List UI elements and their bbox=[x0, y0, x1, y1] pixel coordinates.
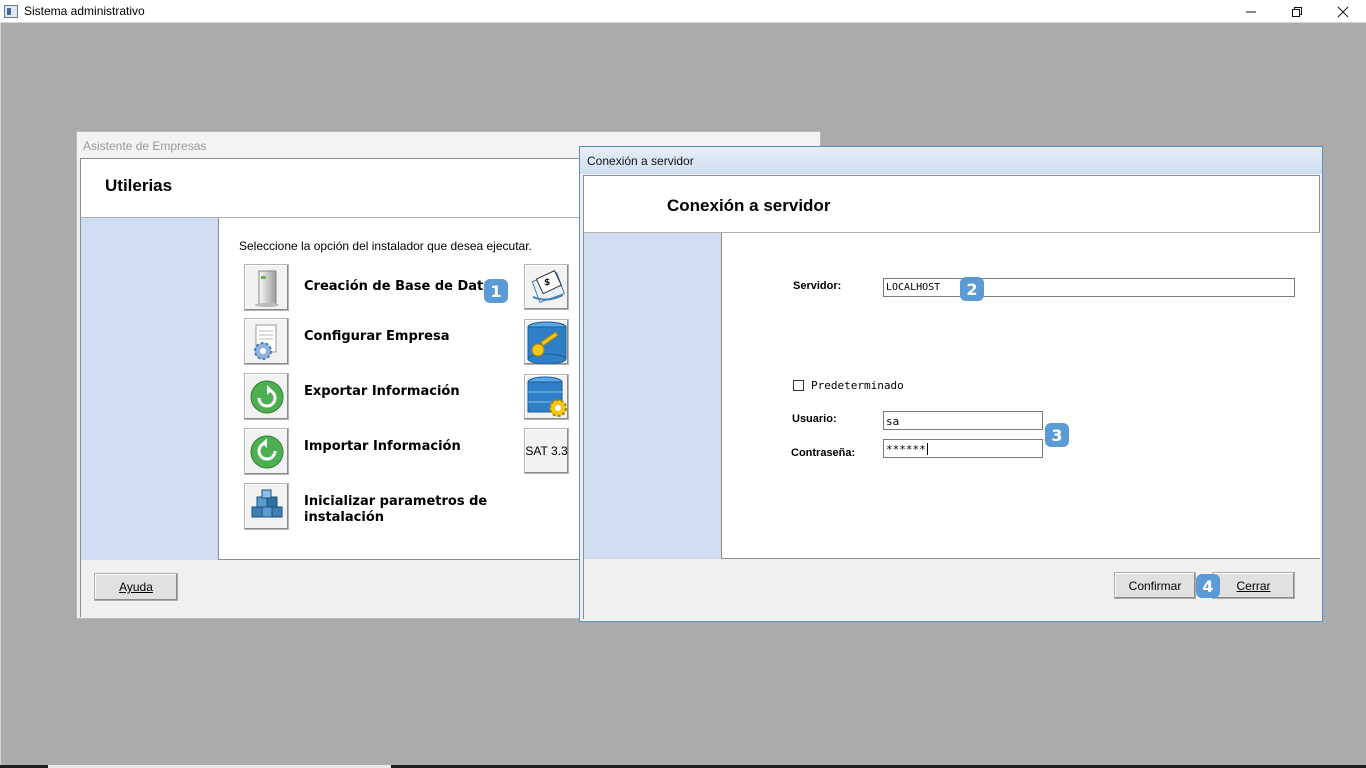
init-params-label[interactable]: Inicializar parametros de instalación bbox=[304, 494, 504, 526]
window-controls bbox=[1228, 0, 1366, 23]
restore-icon bbox=[1292, 6, 1302, 17]
document-gear-icon bbox=[253, 324, 276, 360]
database-key-button[interactable] bbox=[524, 319, 569, 365]
server-icon bbox=[254, 270, 279, 307]
assistant-heading: Utilerias bbox=[105, 176, 173, 195]
password-label: Contraseña: bbox=[791, 447, 856, 459]
minimize-button[interactable] bbox=[1228, 0, 1274, 23]
app-icon bbox=[4, 4, 18, 18]
connection-header: Conexión a servidor bbox=[583, 175, 1320, 233]
database-gear-button[interactable] bbox=[524, 374, 569, 420]
connection-side-panel bbox=[583, 233, 722, 559]
connection-heading: Conexión a servidor bbox=[667, 196, 831, 215]
import-info-label[interactable]: Importar Información bbox=[304, 439, 461, 455]
user-input[interactable]: sa bbox=[883, 411, 1043, 430]
close-window-button[interactable] bbox=[1320, 0, 1366, 23]
minimize-icon bbox=[1246, 11, 1256, 12]
confirm-button-label: Confirmar bbox=[1128, 578, 1182, 593]
password-value: ****** bbox=[886, 443, 926, 456]
annotation-badge-2: 2 bbox=[960, 277, 984, 301]
text-caret bbox=[926, 443, 928, 455]
server-input[interactable]: LOCALHOST bbox=[883, 278, 1295, 297]
help-button[interactable]: Ayuda bbox=[94, 573, 178, 601]
close-icon bbox=[1337, 6, 1349, 17]
blocks-icon bbox=[251, 489, 282, 517]
help-button-label: Ayuda bbox=[119, 580, 153, 594]
assistant-instruction: Seleccione la opción del instalador que … bbox=[239, 239, 532, 253]
annotation-badge-1: 1 bbox=[484, 279, 508, 303]
svg-text:$: $ bbox=[544, 278, 550, 288]
green-arrow-import-icon bbox=[250, 435, 283, 468]
default-checkbox-label[interactable]: Predeterminado bbox=[811, 379, 904, 392]
app-titlebar: Sistema administrativo bbox=[0, 0, 1366, 23]
create-database-button[interactable] bbox=[244, 264, 289, 311]
connection-dialog: Conexión a servidor Conexión a servidor … bbox=[579, 146, 1323, 622]
import-info-button[interactable] bbox=[244, 428, 289, 475]
app-title: Sistema administrativo bbox=[24, 4, 145, 18]
export-info-button[interactable] bbox=[244, 373, 289, 420]
green-arrow-export-icon bbox=[250, 380, 283, 413]
configure-company-label[interactable]: Configurar Empresa bbox=[304, 329, 450, 345]
database-gear-icon bbox=[527, 376, 567, 417]
sat-33-button[interactable]: SAT 3.3 bbox=[524, 428, 569, 474]
export-info-label[interactable]: Exportar Información bbox=[304, 384, 460, 400]
user-label: Usuario: bbox=[792, 413, 837, 425]
create-database-label[interactable]: Creación de Base de Datos bbox=[304, 279, 500, 295]
server-label: Servidor: bbox=[793, 280, 842, 292]
assistant-side-panel bbox=[80, 218, 219, 560]
restore-button[interactable] bbox=[1274, 0, 1320, 23]
confirm-button[interactable]: Confirmar bbox=[1114, 572, 1196, 599]
password-input[interactable]: ****** bbox=[883, 439, 1043, 458]
annotation-badge-4: 4 bbox=[1196, 574, 1220, 598]
annotation-badge-3: 3 bbox=[1045, 423, 1069, 447]
money-document-button[interactable]: $ bbox=[524, 264, 569, 310]
configure-company-button[interactable] bbox=[244, 318, 289, 365]
close-button-label: Cerrar bbox=[1236, 578, 1271, 593]
money-document-icon: $ bbox=[531, 270, 565, 304]
connection-dialog-title: Conexión a servidor bbox=[580, 147, 1322, 174]
database-key-icon bbox=[527, 321, 566, 364]
default-checkbox[interactable] bbox=[793, 380, 804, 391]
init-params-button[interactable] bbox=[244, 483, 289, 530]
close-button[interactable]: Cerrar bbox=[1212, 572, 1295, 599]
